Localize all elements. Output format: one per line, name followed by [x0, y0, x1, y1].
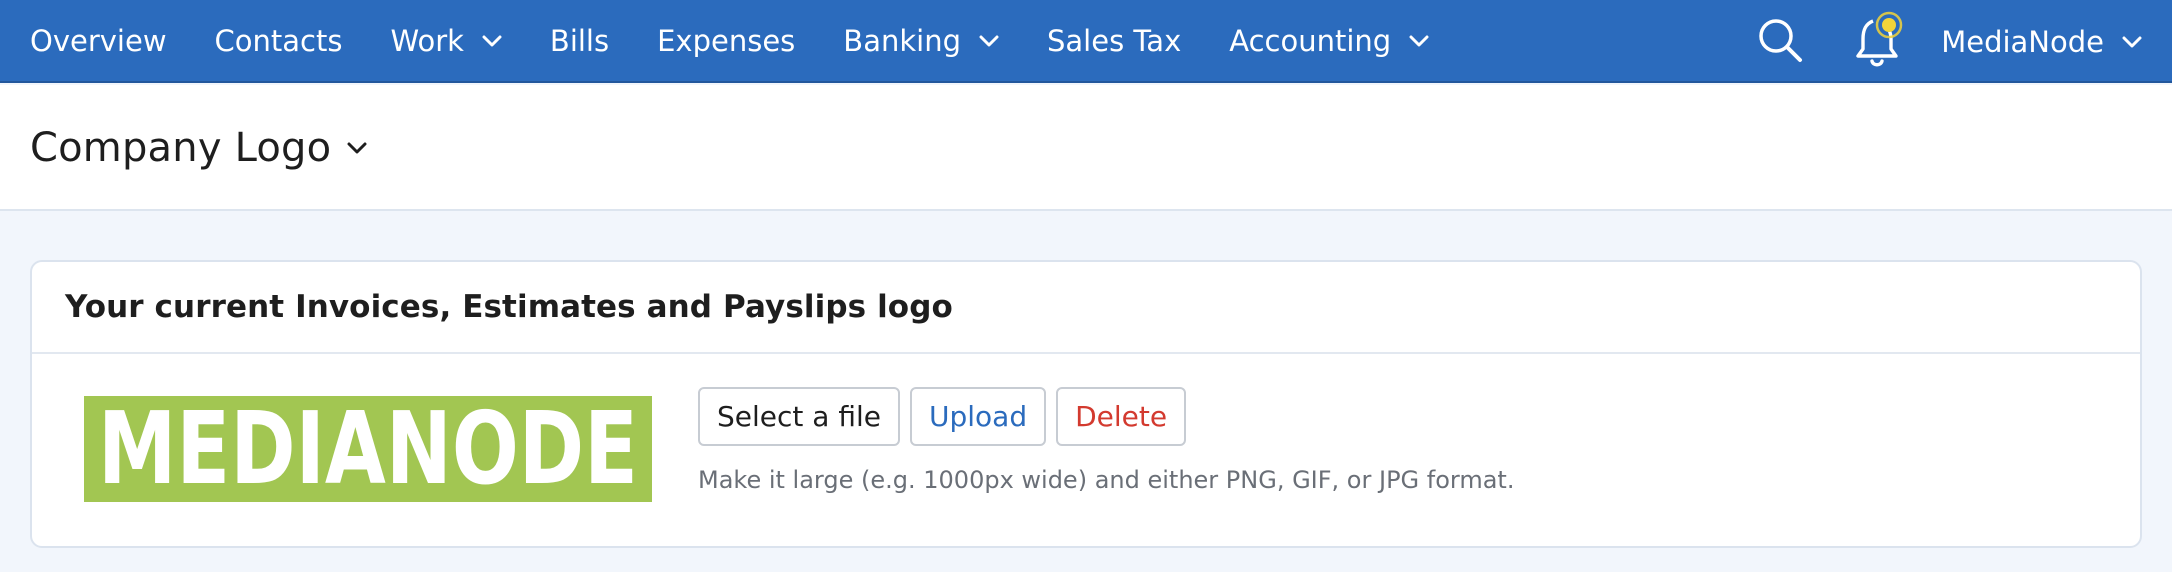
- nav-item-sales-tax[interactable]: Sales Tax: [1047, 0, 1181, 81]
- nav-item-label: Accounting: [1229, 23, 1392, 58]
- company-logo-preview: MEDIANODE: [84, 396, 652, 502]
- account-name: MediaNode: [1941, 24, 2104, 59]
- account-menu[interactable]: MediaNode: [1941, 0, 2142, 83]
- nav-item-overview[interactable]: Overview: [30, 0, 167, 81]
- chevron-down-icon: [2122, 36, 2142, 48]
- select-file-button[interactable]: Select a file: [698, 387, 900, 446]
- page-title: Company Logo: [30, 125, 332, 171]
- main-nav: Overview Contacts Work Bills Expenses Ba…: [0, 0, 1429, 81]
- nav-item-label: Sales Tax: [1046, 23, 1182, 58]
- nav-item-work[interactable]: Work: [390, 0, 502, 81]
- nav-item-label: Overview: [30, 23, 167, 58]
- chevron-down-icon: [1409, 35, 1429, 47]
- chevron-down-icon: [482, 35, 502, 47]
- search-icon: [1757, 17, 1803, 67]
- page-title-dropdown[interactable]: Company Logo: [30, 85, 367, 211]
- search-button[interactable]: [1757, 17, 1803, 67]
- company-logo-text: MEDIANODE: [98, 401, 638, 497]
- logo-actions: Select a file Upload Delete: [698, 387, 1187, 446]
- chevron-down-icon: [347, 142, 367, 154]
- bell-icon: [1855, 11, 1903, 73]
- nav-item-label: Work: [390, 23, 464, 58]
- company-logo-image: MEDIANODE: [98, 401, 638, 497]
- nav-item-accounting[interactable]: Accounting: [1229, 0, 1429, 81]
- chevron-down-icon: [979, 35, 999, 47]
- nav-item-bills[interactable]: Bills: [550, 0, 609, 81]
- delete-button[interactable]: Delete: [1056, 387, 1187, 446]
- nav-item-label: Banking: [843, 23, 961, 58]
- logo-card: Your current Invoices, Estimates and Pay…: [30, 260, 2142, 548]
- notifications-button[interactable]: [1855, 11, 1903, 73]
- card-header: Your current Invoices, Estimates and Pay…: [32, 262, 2140, 354]
- file-format-hint: Make it large (e.g. 1000px wide) and eit…: [698, 466, 1515, 494]
- page-header: Company Logo: [0, 85, 2172, 211]
- nav-item-contacts[interactable]: Contacts: [215, 0, 343, 81]
- nav-item-banking[interactable]: Banking: [843, 0, 999, 81]
- top-navigation-bar: Overview Contacts Work Bills Expenses Ba…: [0, 0, 2172, 83]
- nav-item-label: Expenses: [657, 23, 796, 58]
- nav-item-label: Contacts: [214, 23, 343, 58]
- upload-button[interactable]: Upload: [909, 387, 1047, 446]
- card-body: MEDIANODE Select a file Upload Delete Ma…: [32, 354, 2140, 548]
- nav-item-expenses[interactable]: Expenses: [657, 0, 795, 81]
- nav-right-tools: MediaNode: [1757, 0, 2172, 83]
- nav-item-label: Bills: [549, 23, 610, 58]
- card-heading: Your current Invoices, Estimates and Pay…: [65, 289, 953, 325]
